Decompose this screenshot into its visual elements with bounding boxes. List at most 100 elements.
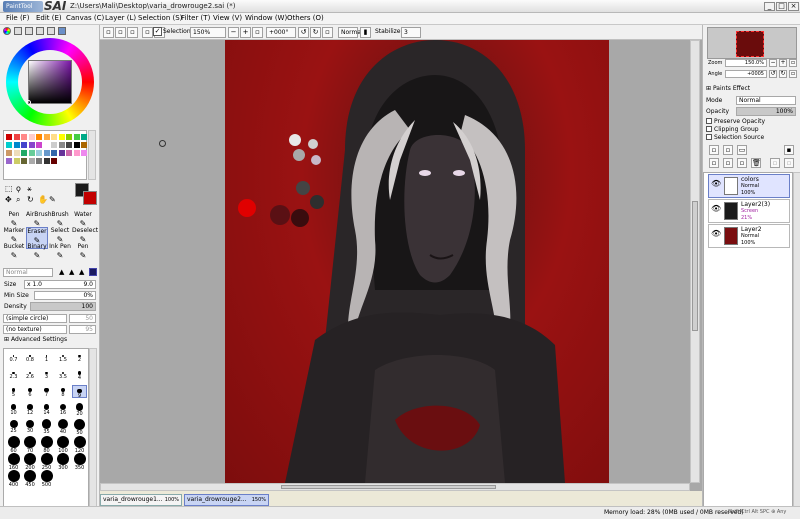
density-slider[interactable]: 100 <box>30 302 96 311</box>
zoom-in-icon[interactable]: + <box>240 27 251 38</box>
brush-size-preset[interactable]: 1 <box>39 351 54 364</box>
brush-shape-select[interactable]: (simple circle) <box>3 314 67 323</box>
layer-mode-select[interactable]: Normal <box>736 96 796 105</box>
brush-size-preset[interactable]: 9 <box>72 385 87 399</box>
menu-others[interactable]: Others (O) <box>287 14 324 22</box>
zoom-reset-icon[interactable]: ▫ <box>252 27 263 38</box>
color-swatch[interactable] <box>66 142 72 148</box>
brush-size-scrollbar[interactable] <box>89 348 97 513</box>
maximize-button[interactable]: □ <box>776 2 787 11</box>
rgb-slider-tab-icon[interactable] <box>14 27 22 35</box>
color-swatch[interactable] <box>13 142 20 148</box>
brush-size-preset[interactable]: 30 <box>23 419 38 434</box>
brush-size-preset[interactable]: 50 <box>72 419 87 436</box>
select-all-icon[interactable]: ▫ <box>142 27 153 38</box>
open-icon[interactable]: ▫ <box>115 27 126 38</box>
color-swatch[interactable] <box>58 150 65 156</box>
color-swatch[interactable] <box>51 134 57 140</box>
brush-edge-hard-icon[interactable]: ▲ <box>59 268 64 276</box>
visibility-eye-icon[interactable]: 👁 <box>711 204 722 213</box>
brush-size-preset[interactable]: 300 <box>56 453 71 471</box>
rotate-right-icon[interactable]: ↻ <box>310 27 321 38</box>
color-swatch[interactable] <box>43 142 50 148</box>
saturation-value-square[interactable] <box>28 60 72 104</box>
brush-edge-selected-icon[interactable] <box>89 268 97 276</box>
brush-shape-value[interactable]: 50 <box>69 314 96 323</box>
magic-wand-icon[interactable]: ⚹ <box>27 184 32 194</box>
swatch-scrollbar[interactable] <box>88 130 96 180</box>
nav-zoom-out-icon[interactable]: − <box>769 59 777 67</box>
brush-size-preset[interactable]: 60 <box>6 436 21 454</box>
brush-size-preset[interactable]: 35 <box>39 419 54 435</box>
brush-size-preset[interactable]: 14 <box>39 402 54 416</box>
apply-mask-icon[interactable]: ▫ <box>770 158 780 168</box>
menu-view[interactable]: View (V) <box>213 14 242 22</box>
brush-size-preset[interactable]: 70 <box>23 436 38 454</box>
color-swatch[interactable] <box>6 150 12 156</box>
tool-bucket[interactable]: Bucket ✎ <box>3 243 25 265</box>
menu-edit[interactable]: Edit (E) <box>36 14 62 22</box>
layer-mask-icon[interactable]: ▪ <box>784 145 794 155</box>
document-tab-1[interactable]: varia_drowrouge1... 100% <box>100 494 182 506</box>
new-canvas-icon[interactable]: ▫ <box>103 27 114 38</box>
brush-size-preset[interactable]: 400 <box>6 470 21 488</box>
brush-size-preset[interactable]: 100 <box>56 436 71 454</box>
horizontal-scroll-thumb[interactable] <box>281 485 496 489</box>
color-swatch[interactable] <box>81 142 87 148</box>
texture-value[interactable]: 95 <box>69 325 96 334</box>
color-swatch[interactable] <box>43 158 50 164</box>
nav-rotate-right-icon[interactable]: ↻ <box>779 70 787 78</box>
brush-size-preset[interactable]: 7 <box>39 385 54 398</box>
size-slider[interactable]: x 1.0 9.0 <box>24 280 96 289</box>
color-swatch[interactable] <box>28 150 35 156</box>
color-swatch[interactable] <box>13 150 20 156</box>
brush-size-preset[interactable]: 40 <box>56 419 71 435</box>
color-wheel[interactable] <box>6 38 94 126</box>
rotate-reset-icon[interactable]: ▫ <box>322 27 333 38</box>
nav-angle-value[interactable]: +0005 <box>725 70 767 78</box>
nav-zoom-reset-icon[interactable]: ▫ <box>789 59 797 67</box>
brush-size-preset[interactable]: 12 <box>23 402 38 416</box>
brush-size-preset[interactable]: 4 <box>72 368 87 381</box>
color-swatch[interactable] <box>43 150 50 156</box>
color-swatch[interactable] <box>6 158 12 164</box>
texture-select[interactable]: (no texture) <box>3 325 67 334</box>
close-button[interactable]: × <box>788 2 799 11</box>
color-swatch[interactable] <box>36 142 42 148</box>
paints-effect-toggle[interactable]: ⊞ Paints Effect <box>706 85 750 92</box>
visibility-eye-icon[interactable]: 👁 <box>711 179 722 188</box>
brush-size-preset[interactable]: 80 <box>39 436 54 454</box>
brush-size-preset[interactable]: 8 <box>56 385 71 398</box>
blend-mode-select[interactable]: Normal <box>338 27 363 38</box>
delete-layer-icon[interactable]: 🗑 <box>751 158 761 168</box>
hand-tool-icon[interactable]: ✋ <box>38 195 48 204</box>
brush-size-preset[interactable]: 450 <box>23 470 38 488</box>
zoom-tool-icon[interactable]: ⌕ <box>16 195 20 205</box>
menu-layer[interactable]: Layer (L) <box>105 14 136 22</box>
swatches-tab-icon[interactable] <box>47 27 55 35</box>
color-swatch[interactable] <box>13 158 20 164</box>
brush-size-preset[interactable]: 3 <box>39 368 54 381</box>
eyedropper-icon[interactable]: ✎ <box>49 195 56 204</box>
brush-size-preset[interactable]: 0.7 <box>6 351 21 364</box>
color-swatch[interactable] <box>21 150 27 156</box>
merge-mask-icon[interactable]: ▫ <box>784 158 794 168</box>
color-swatch[interactable] <box>81 134 87 140</box>
color-swatch[interactable] <box>51 142 57 148</box>
advanced-settings-toggle[interactable]: ⊞ Advanced Settings <box>4 336 67 343</box>
color-swatch[interactable] <box>28 142 35 148</box>
layer-row-colors[interactable]: 👁 colors Normal 100% <box>708 174 790 198</box>
tool-binary[interactable]: Binary ✎ <box>26 243 48 265</box>
clipping-group-checkbox[interactable] <box>706 126 712 132</box>
vertical-scroll-thumb[interactable] <box>692 201 698 331</box>
marquee-icon[interactable]: ⬚ <box>5 184 13 193</box>
color-swatch[interactable] <box>51 150 57 156</box>
color-swatch[interactable] <box>73 142 80 148</box>
zoom-out-icon[interactable]: − <box>228 27 239 38</box>
save-icon[interactable]: ▫ <box>127 27 138 38</box>
selection-checkbox[interactable]: ✓ <box>153 27 162 36</box>
minimize-button[interactable]: _ <box>764 2 775 11</box>
brush-size-preset[interactable]: 350 <box>72 453 87 471</box>
angle-field[interactable]: +000° <box>266 27 296 38</box>
brush-size-preset[interactable]: 120 <box>72 436 87 454</box>
